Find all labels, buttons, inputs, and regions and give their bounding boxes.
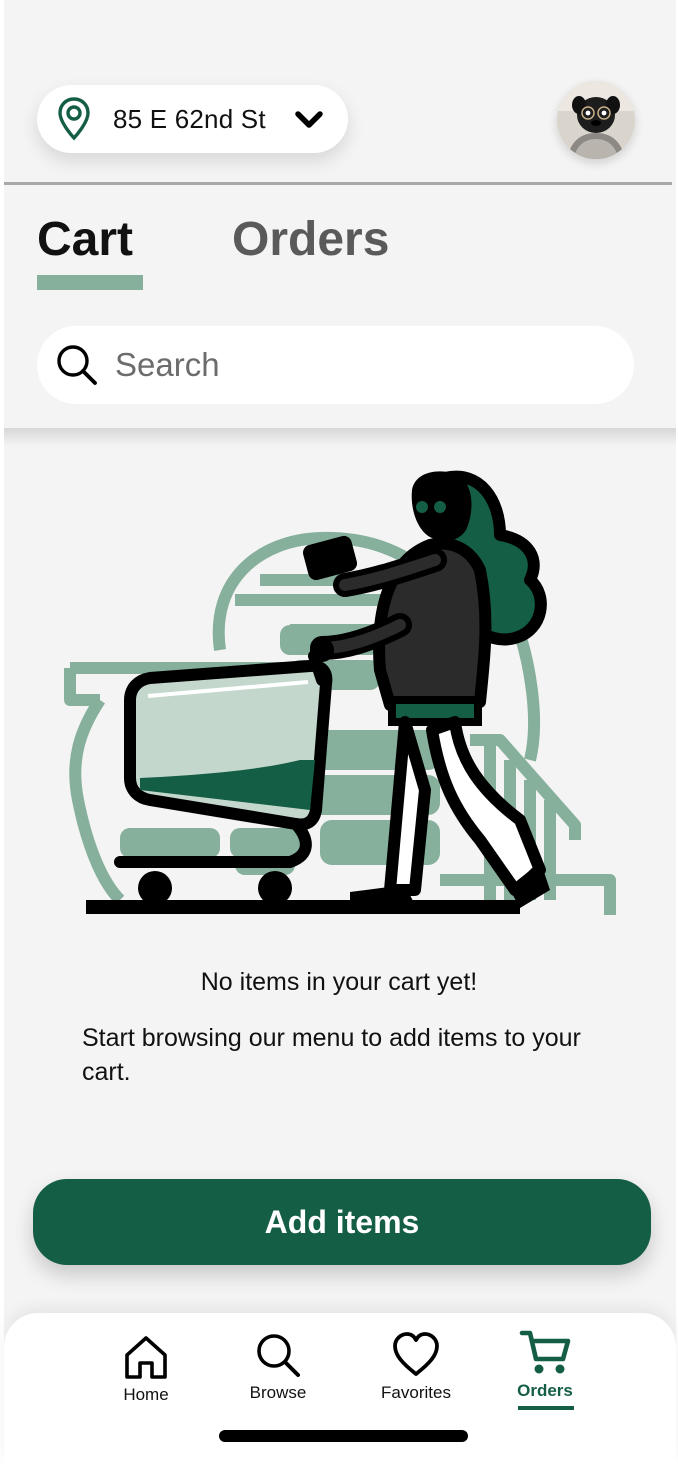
nav-item-orders[interactable]: Orders xyxy=(485,1313,605,1401)
header-shadow xyxy=(4,428,676,446)
active-nav-indicator xyxy=(518,1406,574,1410)
empty-state-subtitle: Start browsing our menu to add items to … xyxy=(82,1024,581,1086)
active-tab-indicator xyxy=(37,275,143,290)
search-bar[interactable] xyxy=(37,326,634,404)
chevron-down-icon[interactable] xyxy=(294,110,324,130)
nav-label-home: Home xyxy=(123,1385,169,1404)
search-input[interactable] xyxy=(113,345,577,385)
nav-item-home[interactable]: Home xyxy=(86,1313,206,1405)
search-icon xyxy=(257,1334,300,1377)
location-selector[interactable]: 85 E 62nd St xyxy=(37,85,348,153)
nav-item-favorites[interactable]: Favorites xyxy=(356,1313,476,1403)
heart-icon xyxy=(393,1332,439,1376)
nav-label-favorites: Favorites xyxy=(381,1383,451,1402)
search-icon xyxy=(57,345,97,385)
nav-item-browse[interactable]: Browse xyxy=(218,1313,338,1403)
avatar[interactable] xyxy=(557,81,635,159)
empty-state-title: No items in your cart yet! xyxy=(200,968,478,996)
tab-orders[interactable]: Orders xyxy=(232,212,389,267)
header-divider xyxy=(4,182,672,185)
nav-label-browse: Browse xyxy=(249,1383,307,1402)
avatar-image xyxy=(557,81,635,159)
home-indicator[interactable] xyxy=(219,1430,468,1442)
map-pin-icon xyxy=(58,97,90,141)
cart-icon xyxy=(519,1330,571,1374)
shopper-with-cart-illustration xyxy=(64,470,616,915)
add-items-button[interactable]: Add items xyxy=(33,1179,651,1265)
nav-label-orders: Orders xyxy=(517,1381,573,1400)
location-address: 85 E 62nd St xyxy=(113,103,266,134)
screen-edge-left xyxy=(0,0,4,1464)
tab-cart[interactable]: Cart xyxy=(37,212,133,267)
home-icon xyxy=(125,1336,167,1379)
